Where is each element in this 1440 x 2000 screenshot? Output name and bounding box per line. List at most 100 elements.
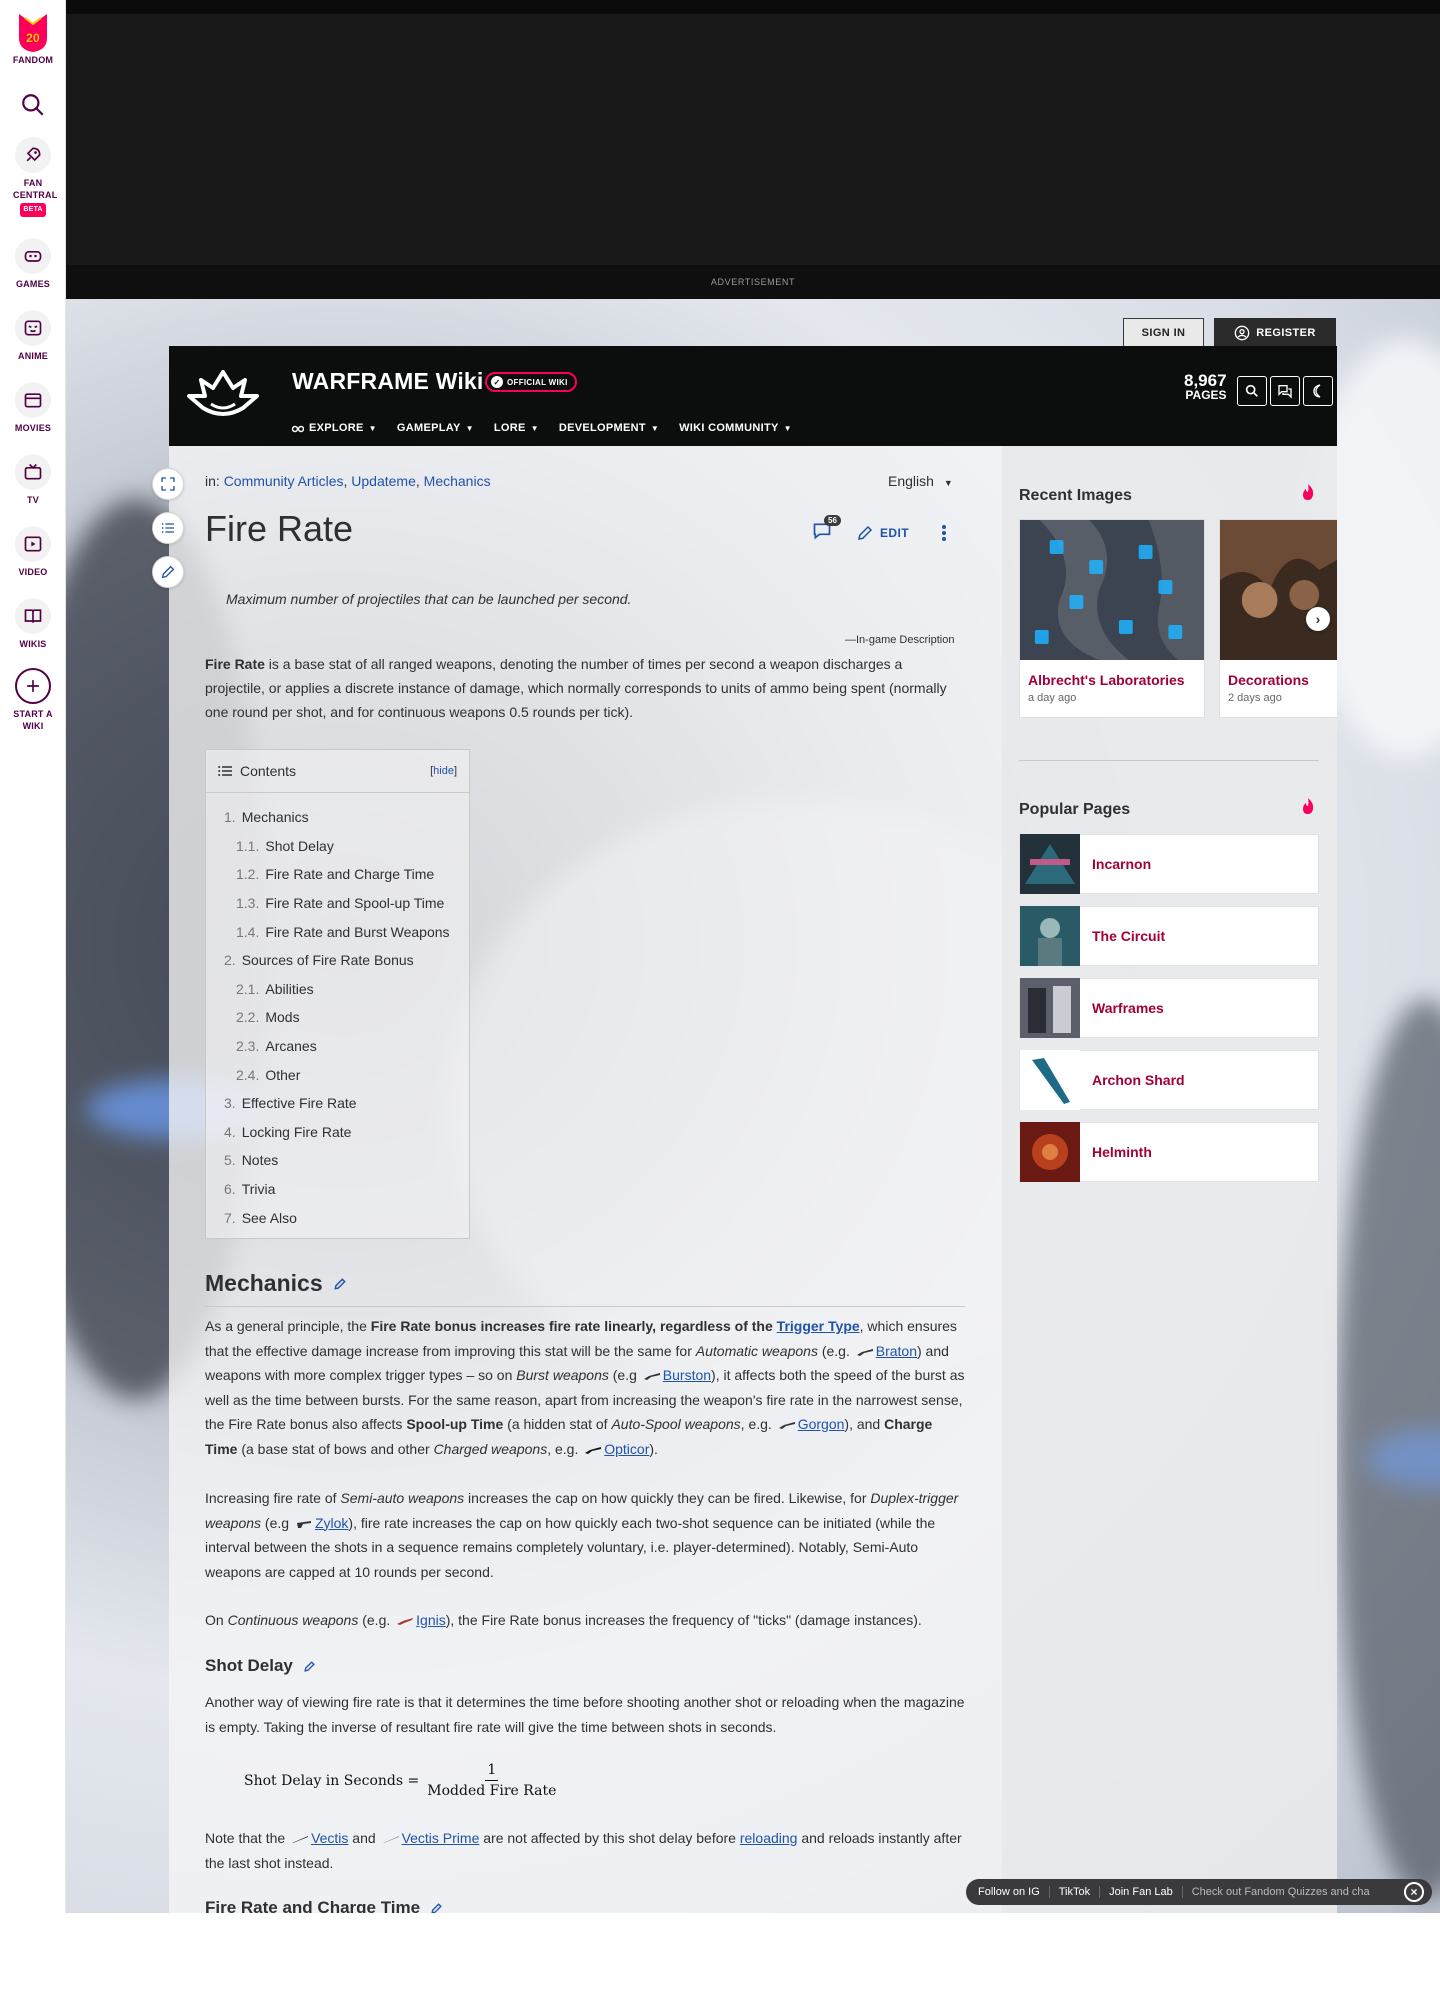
popular-page-item[interactable]: Incarnon [1019,834,1319,894]
popular-page-item[interactable]: Warframes [1019,978,1319,1038]
toc-item-label: See Also [241,1209,297,1226]
popular-page-item[interactable]: Archon Shard [1019,1050,1319,1110]
toc-item[interactable]: 2. Sources of Fire Rate Bonus [206,946,469,975]
vectis-link[interactable]: Vectis [311,1830,348,1846]
nav-wiki-community[interactable]: WIKI COMMUNITY ▼ [679,422,792,434]
more-options-icon[interactable] [936,524,952,542]
category-link[interactable]: Community Articles [224,473,344,489]
search-icon [1245,384,1258,397]
toc-item-label: Sources of Fire Rate Bonus [241,952,414,969]
nav-movies[interactable]: MOVIES [0,382,66,434]
quote-source: —In-game Description [845,634,955,646]
toc-item[interactable]: 1.1. Shot Delay [206,832,469,861]
list-icon [161,523,174,533]
discussions-button[interactable] [1270,376,1300,406]
category-link[interactable]: Mechanics [424,473,491,489]
toc-item[interactable]: 5. Notes [206,1146,469,1175]
pencil-icon[interactable] [430,1902,443,1914]
nav-development[interactable]: DEVELOPMENT ▼ [559,422,659,434]
section-heading-mechanics: Mechanics [205,1270,347,1297]
nav-gameplay[interactable]: GAMEPLAY ▼ [397,422,474,434]
register-button[interactable]: REGISTER [1214,318,1336,348]
toc-list: 1. Mechanics 1.1. Shot Delay 1.2. Fire Rate a… [206,793,469,1232]
ad-top-strip [66,0,1440,14]
popular-page-item[interactable]: The Circuit [1019,906,1319,966]
fandom-badge: 20 [26,31,40,45]
section-title: Mechanics [205,1270,323,1296]
toc-title: Contents [240,763,297,779]
language-selector[interactable]: English ▼ [888,473,953,489]
side-edit-button[interactable] [152,556,184,588]
ad-label: ADVERTISEMENT [66,265,1440,299]
global-search[interactable] [0,92,66,118]
category-link[interactable]: Updateme [351,473,416,489]
toc-item-label: Notes [241,1152,279,1169]
toc-item[interactable]: 1.2. Fire Rate and Charge Time [206,860,469,889]
fandom-logo[interactable]: 20 FANDOM [0,10,66,66]
chevron-right-icon: › [1315,611,1321,627]
nav-lore[interactable]: LORE ▼ [494,422,539,434]
toc-item[interactable]: 2.2. Mods [206,1003,469,1032]
wiki-title[interactable]: WARFRAME Wiki [292,368,484,395]
toc-item[interactable]: 2.4. Other [206,1060,469,1089]
reloading-link[interactable]: reloading [740,1830,798,1846]
toc-item[interactable]: 3. Effective Fire Rate [206,1089,469,1118]
list-icon [218,766,232,776]
toc-item-label: Mods [265,1009,300,1026]
comments-button[interactable]: 56 [812,515,841,546]
nav-wikis[interactable]: WIKIS [0,598,66,650]
opticor-link[interactable]: Opticor [604,1441,649,1457]
pages-count: 8,967 PAGES [1184,372,1227,402]
nav-games[interactable]: GAMES [0,238,66,290]
burston-link[interactable]: Burston [663,1367,711,1383]
popular-page-label: Archon Shard [1092,1072,1185,1088]
vectis-prime-link[interactable]: Vectis Prime [402,1830,480,1846]
pencil-icon[interactable] [303,1660,316,1673]
toc-item[interactable]: 2.1. Abilities [206,975,469,1004]
edit-button[interactable]: EDIT [856,524,909,542]
tiktok-link[interactable]: TikTok [1050,1886,1101,1898]
vectis-note-paragraph: Note that the Vectis and Vectis Prime ar… [205,1826,965,1875]
carousel-next-button[interactable]: › [1306,607,1330,631]
toc-item[interactable]: 1. Mechanics [206,803,469,832]
trigger-type-link[interactable]: Trigger Type [777,1318,860,1334]
toc-item[interactable]: 1.4. Fire Rate and Burst Weapons [206,917,469,946]
toc-item[interactable]: 4. Locking Fire Rate [206,1118,469,1147]
sign-in-button[interactable]: SIGN IN [1123,318,1204,348]
expand-button[interactable] [152,468,184,500]
nav-tv[interactable]: TV [0,454,66,506]
nav-video[interactable]: VIDEO [0,526,66,578]
wiki-search-button[interactable] [1237,376,1267,406]
nav-anime[interactable]: ANIME [0,310,66,362]
toc-item[interactable]: 1.3. Fire Rate and Spool-up Time [206,889,469,918]
pencil-icon[interactable] [333,1277,347,1291]
nav-fan-central[interactable]: FAN CENTRAL BETA [0,137,66,217]
register-label: REGISTER [1256,327,1316,339]
comment-count: 56 [824,515,841,526]
toc-item[interactable]: 2.3. Arcanes [206,1032,469,1061]
toc-item[interactable]: 6. Trivia [206,1175,469,1204]
warframe-logo-icon[interactable] [183,366,263,426]
popular-page-label: Warframes [1092,1000,1164,1016]
text: increases the cap on how quickly they ca… [464,1490,871,1506]
theme-toggle-button[interactable] [1303,376,1333,406]
toc-item[interactable]: 7. See Also [206,1203,469,1232]
toolbar-ticker[interactable]: Check out Fandom Quizzes and cha [1183,1886,1404,1898]
toc-item-number: 7. [224,1209,236,1226]
intro-bold: Fire Rate [205,656,265,672]
recent-image-thumbnail [1220,520,1337,660]
toc-hide-toggle[interactable]: [hide] [430,765,457,777]
toc-toggle-button[interactable] [152,512,184,544]
fan-lab-link[interactable]: Join Fan Lab [1100,1886,1183,1898]
ignis-link[interactable]: Ignis [416,1612,446,1628]
recent-image-card[interactable]: Albrecht's Laboratories a day ago [1019,519,1205,718]
gorgon-link[interactable]: Gorgon [798,1416,845,1432]
nav-explore[interactable]: EXPLORE ▼ [292,422,377,434]
follow-ig-link[interactable]: Follow on IG [978,1886,1050,1898]
nav-start-wiki[interactable]: START A WIKI [0,668,66,732]
zylok-link[interactable]: Zylok [315,1515,348,1531]
popular-page-item[interactable]: Helminth [1019,1122,1319,1182]
close-icon[interactable]: × [1404,1882,1424,1902]
toc-item-number: 1.2. [236,866,260,883]
braton-link[interactable]: Braton [876,1343,917,1359]
